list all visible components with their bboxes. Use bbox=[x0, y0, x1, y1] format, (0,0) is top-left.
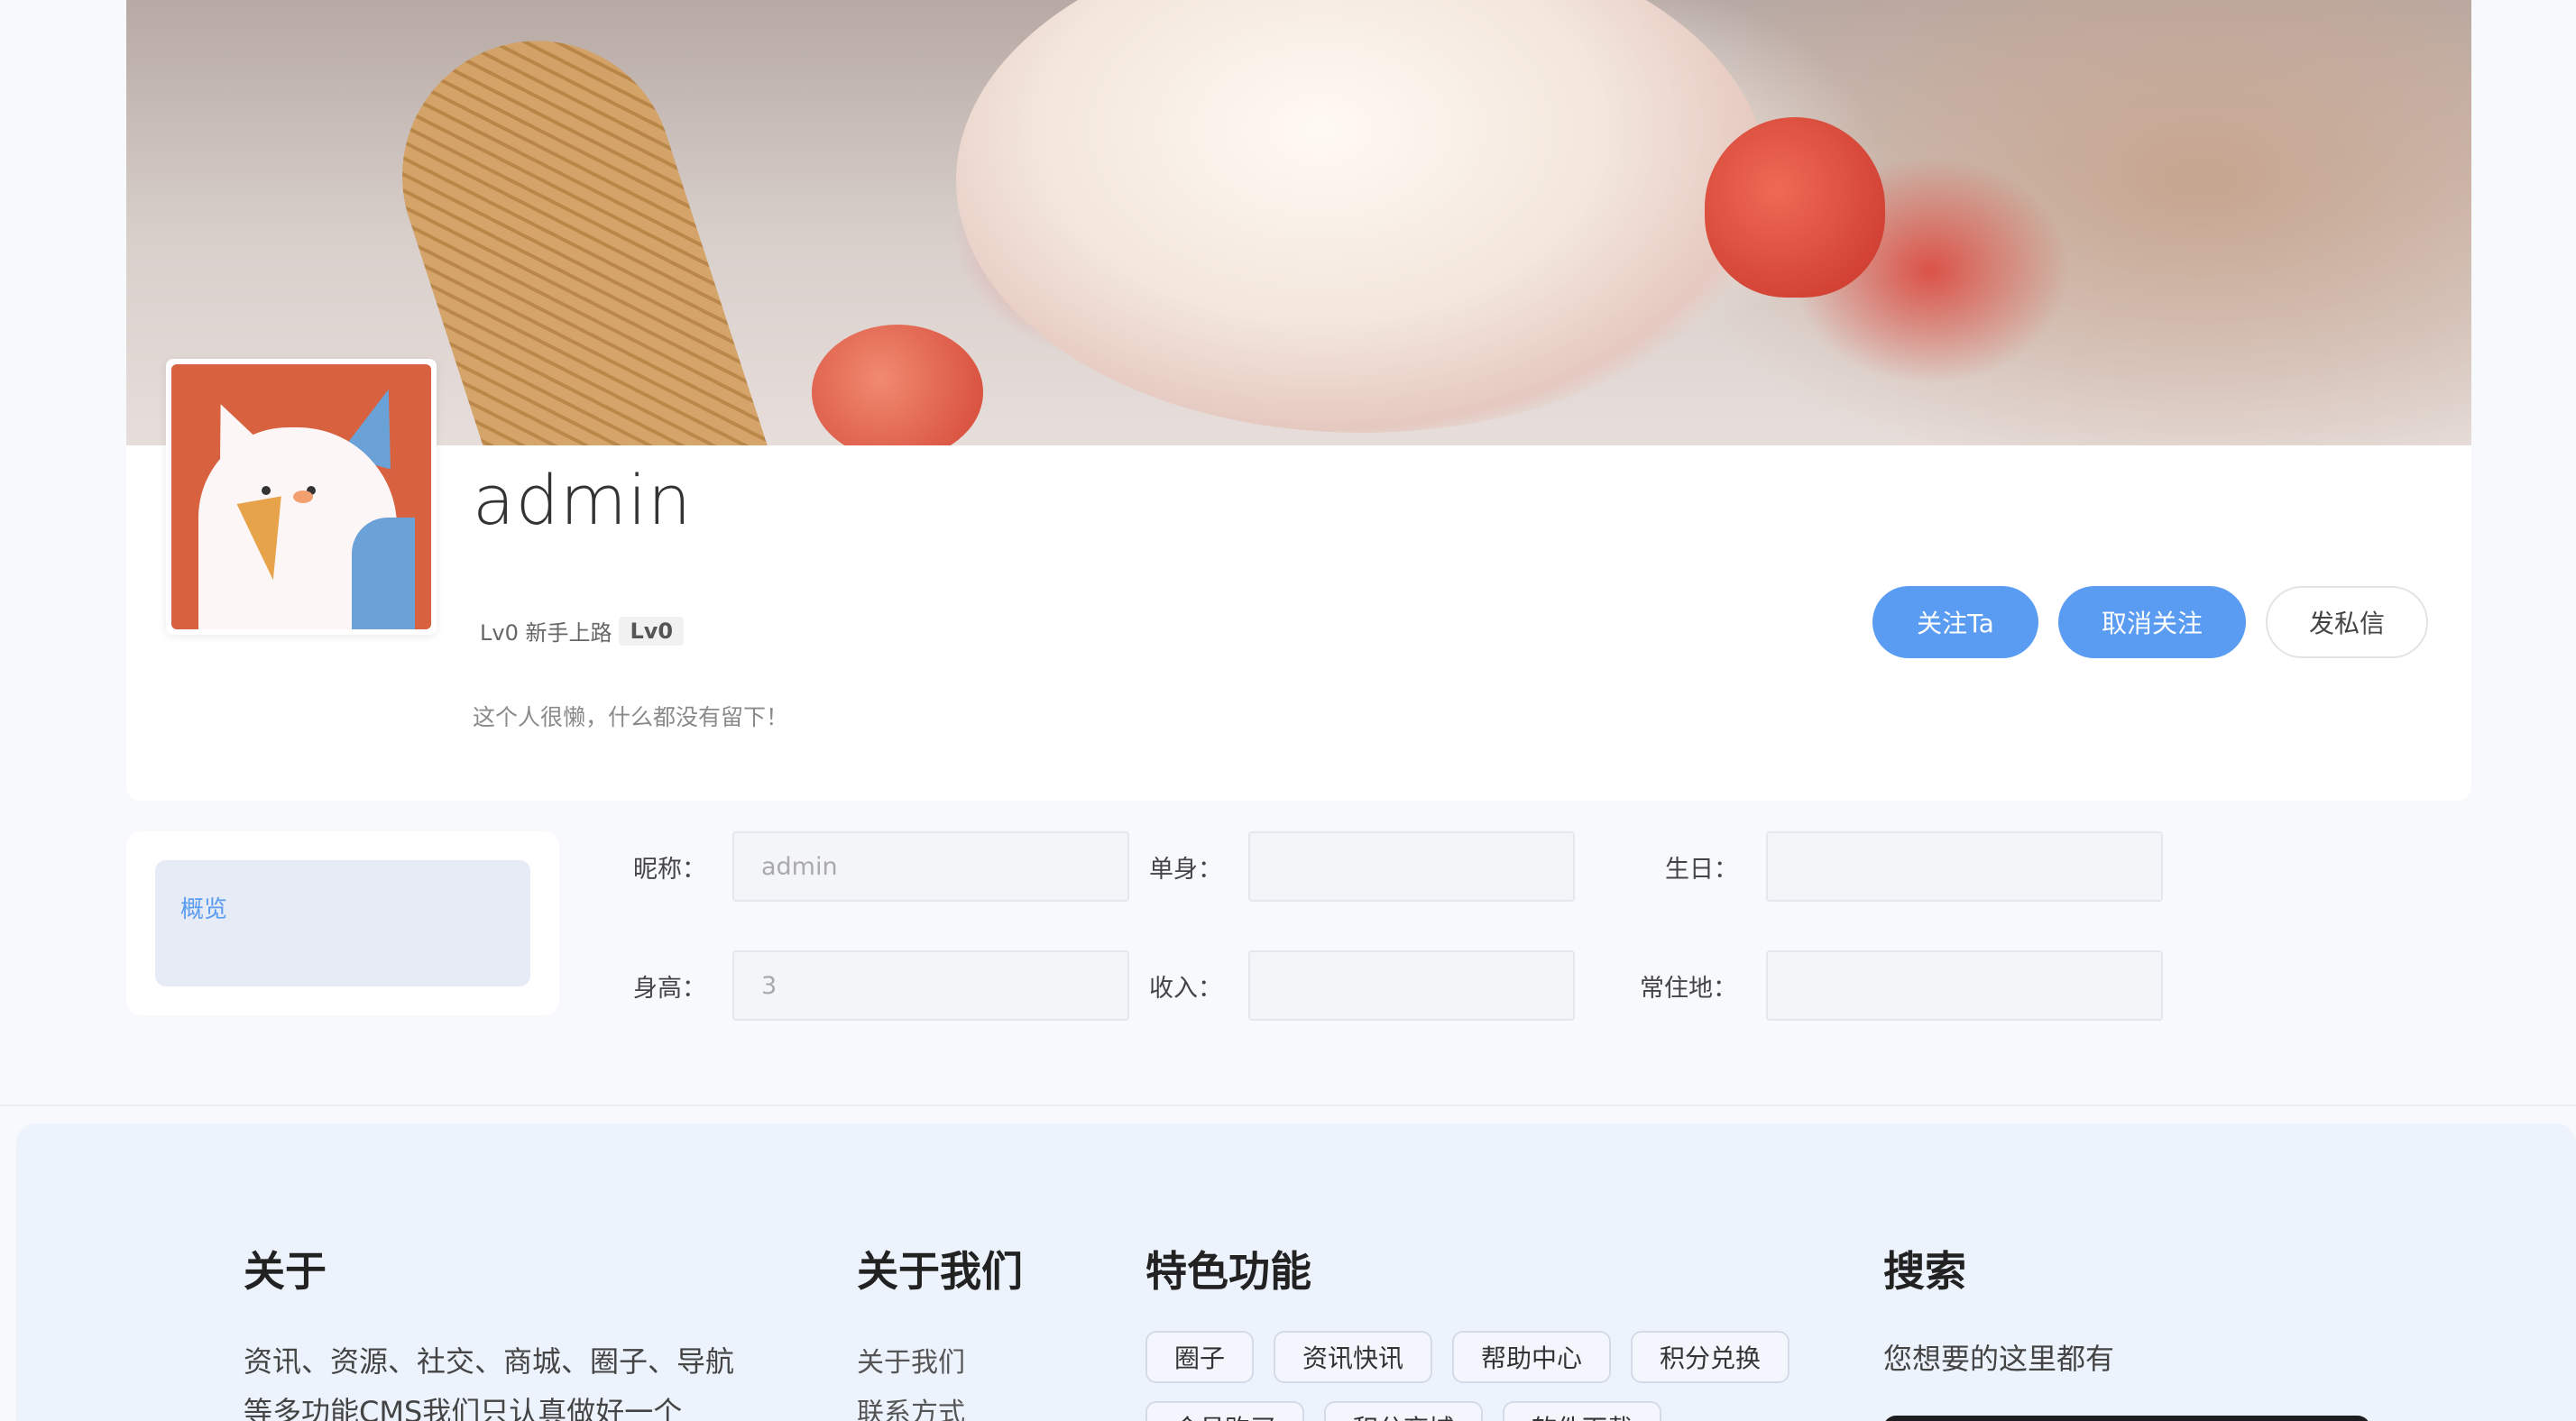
message-button[interactable]: 发私信 bbox=[2266, 586, 2428, 658]
level-text: Lv0 新手上路 bbox=[480, 620, 612, 646]
cover-strawberry bbox=[812, 325, 983, 445]
height-field[interactable]: 3 bbox=[732, 950, 1129, 1021]
profile-side-menu: 概览 bbox=[126, 831, 559, 1015]
cat-eye bbox=[262, 486, 271, 495]
feature-tag[interactable]: 软件下载 bbox=[1503, 1401, 1662, 1421]
level-row: Lv0 新手上路 Lv0 bbox=[480, 615, 685, 646]
footer-features-tags: 圈子 资讯快讯 帮助中心 积分兑换 会员购买 积分商城 软件下载 bbox=[1145, 1331, 1831, 1421]
footer-link-about[interactable]: 关于我们 bbox=[857, 1340, 965, 1380]
level-badge: Lv0 bbox=[619, 616, 685, 646]
cover-image bbox=[126, 0, 2471, 445]
birthday-label: 生日： bbox=[1665, 856, 1738, 884]
footer: 关于 资讯、资源、社交、商城、圈子、导航等多功能CMS我们只认真做好一个 关于我… bbox=[16, 1123, 2576, 1421]
footer-features-title: 特色功能 bbox=[1145, 1247, 1311, 1296]
cat-cheek bbox=[293, 490, 313, 503]
footer-search-desc: 您想要的这里都有 bbox=[1883, 1342, 2115, 1376]
birthday-field[interactable] bbox=[1766, 831, 2163, 902]
profile-bio: 这个人很懒，什么都没有留下！ bbox=[473, 704, 789, 730]
single-label: 单身： bbox=[1149, 856, 1222, 884]
footer-search-title: 搜索 bbox=[1883, 1247, 1966, 1296]
feature-tag[interactable]: 会员购买 bbox=[1145, 1401, 1305, 1421]
avatar-image bbox=[171, 364, 431, 629]
menu-item-overview[interactable]: 概览 bbox=[155, 860, 530, 986]
footer-about-text: 资讯、资源、社交、商城、圈子、导航等多功能CMS我们只认真做好一个 bbox=[244, 1344, 735, 1421]
footer-aboutus-title: 关于我们 bbox=[857, 1247, 1023, 1296]
footer-link-contact[interactable]: 联系方式 bbox=[857, 1390, 965, 1421]
avatar[interactable] bbox=[166, 359, 437, 635]
nickname-field[interactable]: admin bbox=[732, 831, 1129, 902]
feature-tag[interactable]: 积分商城 bbox=[1324, 1401, 1484, 1421]
feature-tag[interactable]: 圈子 bbox=[1145, 1331, 1255, 1383]
feature-tag[interactable]: 帮助中心 bbox=[1452, 1331, 1612, 1383]
cover-cream bbox=[956, 0, 1768, 433]
income-label: 收入： bbox=[1149, 975, 1222, 1003]
residence-field[interactable] bbox=[1766, 950, 2163, 1021]
income-field[interactable] bbox=[1248, 950, 1575, 1021]
residence-label: 常住地： bbox=[1640, 975, 1737, 1003]
cat-shade bbox=[352, 518, 415, 629]
height-label: 身高： bbox=[633, 975, 706, 1003]
profile-card: admin Lv0 新手上路 Lv0 这个人很懒，什么都没有留下！ 关注Ta 取… bbox=[126, 0, 2471, 801]
footer-search-input[interactable] bbox=[1883, 1416, 2370, 1421]
nickname-label: 昵称： bbox=[633, 856, 706, 884]
profile-username: admin bbox=[473, 460, 693, 540]
follow-button[interactable]: 关注Ta bbox=[1872, 586, 2038, 658]
feature-tag[interactable]: 积分兑换 bbox=[1631, 1331, 1790, 1383]
profile-actions: 关注Ta 取消关注 发私信 bbox=[1872, 586, 2428, 658]
feature-tag[interactable]: 资讯快讯 bbox=[1274, 1331, 1433, 1383]
single-field[interactable] bbox=[1248, 831, 1575, 902]
section-divider bbox=[0, 1105, 2576, 1106]
footer-about-title: 关于 bbox=[244, 1247, 327, 1296]
cover-strawberry bbox=[1705, 117, 1885, 298]
unfollow-button[interactable]: 取消关注 bbox=[2058, 586, 2246, 658]
